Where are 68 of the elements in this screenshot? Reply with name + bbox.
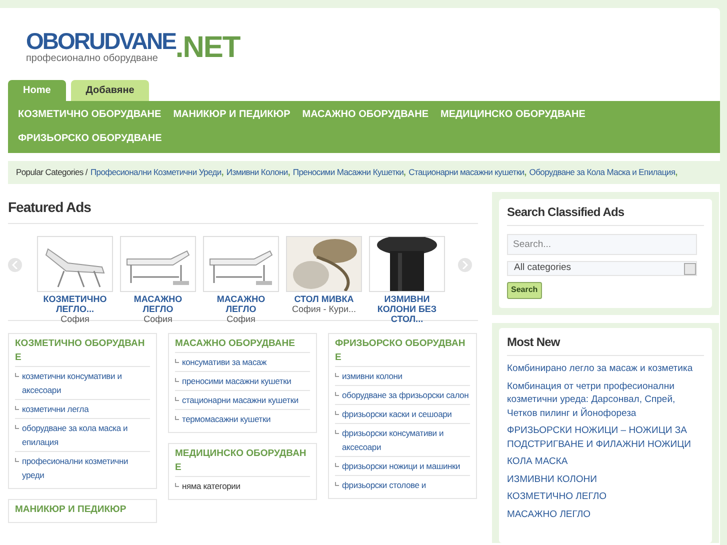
subcategory-link[interactable]: преносими масажни кушетки [182,374,292,388]
separator: , [221,166,224,179]
ad-link[interactable]: КОЗМЕТИЧНО ЛЕГЛО [507,488,704,506]
section-title: Featured Ads [8,198,91,217]
logo-tld: .NET [175,31,240,65]
bullet-icon [335,411,339,415]
subcategory-link[interactable]: стационарни масажни кушетки [182,393,298,407]
bullet-icon [335,482,339,486]
ad-link[interactable]: ФРИЗЬОРСКИ НОЖИЦИ – НОЖИЦИ ЗА ПОДСТРИГВАНЕ И ФИЛАЖНИ НОЖИЦИ [507,422,704,453]
bullet-icon [335,392,339,396]
subcategory-link[interactable]: фризьорски каски и сешоари [342,407,452,421]
ad-location: София - Кури... [292,304,356,314]
search-field[interactable]: Search... [507,234,697,255]
bullet-icon [175,397,179,401]
bullet-icon [175,416,179,420]
separator: , [524,166,526,179]
subcategory-link[interactable]: измивни колони [342,369,402,383]
ad-location: София [226,314,256,324]
category-select[interactable]: All categories [507,261,697,276]
logo-name: OBORUDVANE [26,29,176,53]
category-link[interactable]: Оборудване за Кола Маска и Епилация [529,165,676,180]
subcategory-link[interactable]: термомасажни кушетки [182,412,271,426]
subcategory-link[interactable]: професионални козметични уреди [22,454,150,482]
separator: , [288,166,290,179]
subcategory-link[interactable]: фризьорски консумативи и аксесоари [342,426,470,454]
subcategory-link[interactable]: козметични консумативи и аксесоари [22,369,150,397]
subcategory-link[interactable]: оборудване за фризьорски салон [342,388,469,402]
bullet-icon [175,483,179,487]
category-link[interactable]: Преносими Масажни Кушетки [292,165,404,180]
subcategory-link[interactable]: оборудване за кола маска и епилация [22,421,150,449]
separator: , [404,166,406,179]
subcategory-link[interactable]: няма категории [182,479,240,493]
separator: , [675,166,678,179]
ad-location: София [60,314,90,324]
bullet-icon [15,373,19,377]
subcategory-link[interactable]: фризьорски ножици и машинки [342,459,460,473]
ad-location: София [144,314,172,324]
nav-tab[interactable]: Добавяне [70,80,150,101]
subcategory-link[interactable]: консумативи за масаж [182,355,267,369]
search-button[interactable]: Search [507,282,542,298]
logo-tagline: професионално оборудване [26,53,159,65]
ad-link[interactable]: Комбинация от четри професионални козметични уреда: Дарсонвал, Спрей, Четков пилинг и Йонофореза [507,378,704,422]
ad-link[interactable]: КОЛА МАСКА [507,453,704,470]
ad-link[interactable]: МАСАЖНО ЛЕГЛО [507,506,704,523]
popular-categories-label: Popular Categories / [16,166,88,179]
bullet-icon [15,458,19,462]
panel-title: Search Classified Ads [507,199,704,226]
bullet-icon [335,373,339,377]
ad-title[interactable]: СТОЛ МИВКА [287,294,361,304]
subcategory-link[interactable]: фризьорски столове и [342,478,426,492]
bullet-icon [15,425,19,429]
category-link[interactable]: Стационарни масажни кушетки [408,165,524,180]
ad-title[interactable]: МАСАЖНО ЛЕГЛО [121,294,195,314]
ad-title[interactable]: ИЗМИВНИ КОЛОНИ БЕЗ СТОЛ... [370,294,444,324]
panel-title: Most New [507,328,704,356]
subcategory-link[interactable]: козметични легла [22,402,89,416]
ad-title[interactable]: КОЗМЕТИЧНО ЛЕГЛО... [38,294,112,314]
bullet-icon [175,378,179,382]
ad-link[interactable]: ИЗМИВНИ КОЛОНИ [507,470,704,488]
category-link[interactable]: Професионални Козметични Уреди [90,165,222,180]
bullet-icon [15,406,19,410]
ad-link[interactable]: Комбинирано легло за масаж и козметика [507,360,704,378]
bullet-icon [335,463,339,467]
bullet-icon [335,430,339,434]
dropdown-icon [684,262,696,274]
bullet-icon [175,359,179,363]
ad-title[interactable]: МАСАЖНО ЛЕГЛО [204,294,278,314]
category-link[interactable]: Измивни Колони [226,165,288,180]
